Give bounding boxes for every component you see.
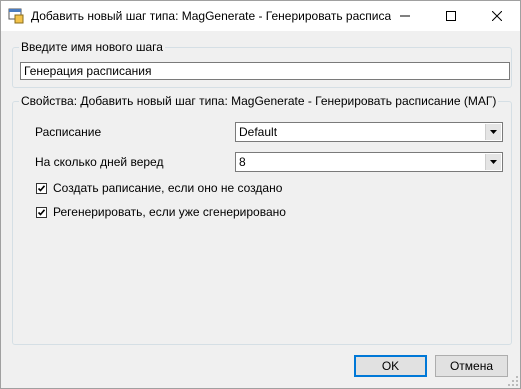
step-name-group-label: Введите имя нового шага (19, 40, 165, 54)
days-select[interactable]: 8 (235, 152, 503, 172)
minimize-button[interactable] (382, 1, 428, 31)
days-select-value: 8 (239, 155, 246, 169)
maximize-button[interactable] (428, 1, 474, 31)
regenerate-checkbox[interactable] (36, 206, 47, 218)
checkmark-icon (37, 208, 46, 216)
days-dropdown-button[interactable] (485, 154, 501, 170)
minimize-icon (400, 15, 410, 17)
maximize-icon (446, 11, 456, 21)
cancel-button[interactable]: Отмена (435, 355, 508, 377)
dialog-window: Добавить новый шаг типа: MagGenerate - Г… (0, 0, 521, 389)
create-schedule-checkbox-row[interactable]: Создать раписание, если оно не создано (36, 181, 282, 195)
title-bar[interactable]: Добавить новый шаг типа: MagGenerate - Г… (1, 1, 520, 31)
properties-group-label: Свойства: Добавить новый шаг типа: MagGe… (19, 94, 499, 108)
close-icon (492, 11, 502, 21)
create-schedule-checkbox[interactable] (36, 182, 47, 194)
schedule-label: Расписание (35, 125, 102, 139)
days-label: На сколько дней веред (35, 155, 164, 169)
schedule-select-value: Default (239, 125, 278, 139)
schedule-select[interactable]: Default (235, 122, 503, 142)
regenerate-label: Регенерировать, если уже сгенерировано (53, 205, 286, 219)
window-title: Добавить новый шаг типа: MagGenerate - Г… (31, 9, 391, 23)
close-button[interactable] (474, 1, 520, 31)
app-window-icon (8, 8, 24, 24)
ok-button[interactable]: OK (354, 355, 427, 377)
chevron-down-icon (490, 130, 497, 134)
schedule-dropdown-button[interactable] (485, 124, 501, 140)
step-name-input[interactable]: Генерация расписания (20, 62, 510, 80)
step-name-group: Введите имя нового шага Генерация распис… (12, 40, 512, 88)
properties-group: Свойства: Добавить новый шаг типа: MagGe… (12, 94, 512, 345)
chevron-down-icon (490, 160, 497, 164)
regenerate-checkbox-row[interactable]: Регенерировать, если уже сгенерировано (36, 205, 286, 219)
resize-grip-icon[interactable] (508, 376, 518, 386)
create-schedule-label: Создать раписание, если оно не создано (53, 181, 283, 195)
checkmark-icon (37, 184, 46, 192)
